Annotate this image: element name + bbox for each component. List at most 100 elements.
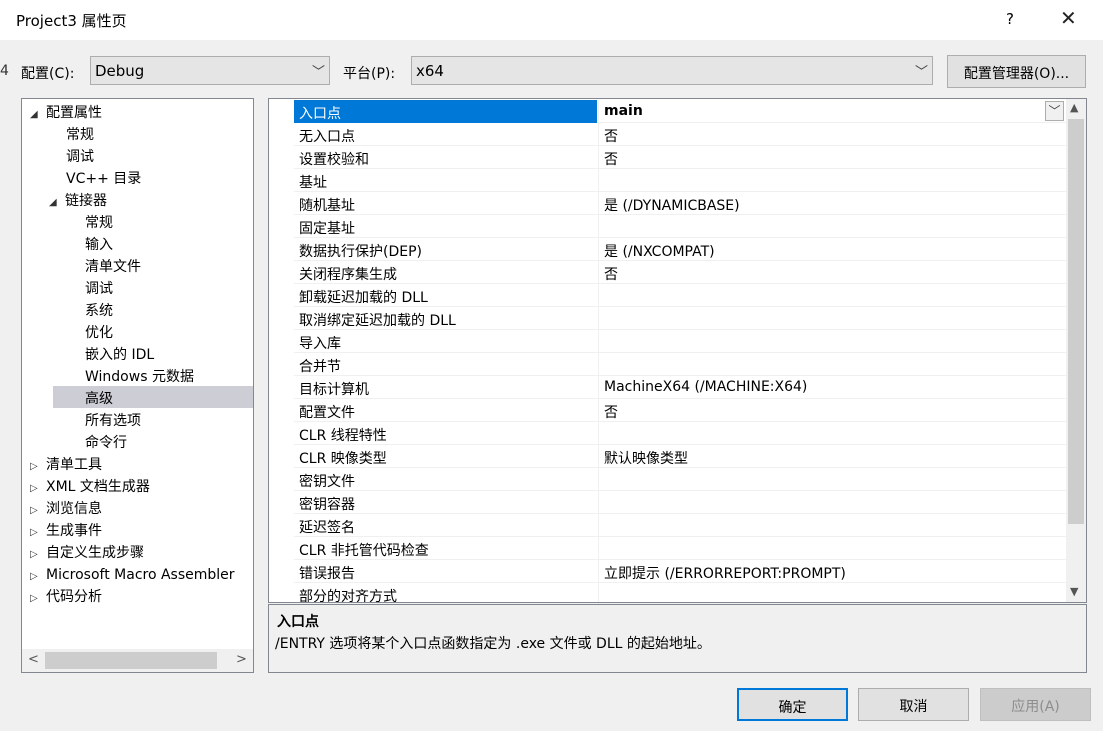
- property-value[interactable]: [598, 583, 1066, 602]
- property-row[interactable]: 导入库: [294, 330, 1066, 353]
- property-row[interactable]: 目标计算机 MachineX64 (/MACHINE:X64): [294, 376, 1066, 399]
- platform-dropdown[interactable]: x64 ﹀: [411, 56, 933, 85]
- close-icon[interactable]: ✕: [1060, 6, 1077, 30]
- property-row[interactable]: CLR 线程特性: [294, 422, 1066, 445]
- tree-item[interactable]: ▷ Microsoft Macro Assembler: [30, 564, 235, 586]
- tree-item[interactable]: 所有选项: [85, 410, 141, 432]
- property-value[interactable]: [598, 284, 1066, 307]
- property-value[interactable]: [598, 307, 1066, 330]
- property-row[interactable]: 取消绑定延迟加载的 DLL: [294, 307, 1066, 330]
- scroll-up-icon[interactable]: ▲: [1070, 101, 1078, 114]
- property-row[interactable]: 合并节: [294, 353, 1066, 376]
- expand-icon[interactable]: ▷: [30, 500, 46, 522]
- ok-button[interactable]: 确定: [737, 688, 848, 721]
- tree-item[interactable]: ◢ 配置属性: [30, 102, 102, 124]
- property-value[interactable]: [598, 330, 1066, 353]
- scroll-thumb[interactable]: [1068, 119, 1084, 524]
- property-row[interactable]: 延迟签名: [294, 514, 1066, 537]
- property-row[interactable]: 入口点 main: [294, 100, 1066, 123]
- scroll-thumb[interactable]: [45, 652, 217, 669]
- tree-item[interactable]: 清单文件: [85, 256, 141, 278]
- description-text: /ENTRY 选项将某个入口点函数指定为 .exe 文件或 DLL 的起始地址。: [275, 636, 711, 652]
- property-row[interactable]: 关闭程序集生成 否: [294, 261, 1066, 284]
- property-row[interactable]: CLR 映像类型 默认映像类型: [294, 445, 1066, 468]
- scroll-left-icon[interactable]: <: [28, 652, 39, 667]
- tree-item[interactable]: 常规: [85, 212, 113, 234]
- expand-collapse-icon[interactable]: ◢: [49, 192, 65, 214]
- property-value[interactable]: [598, 491, 1066, 514]
- property-row[interactable]: 数据执行保护(DEP) 是 (/NXCOMPAT): [294, 238, 1066, 261]
- tree-item-label: 清单文件: [85, 259, 141, 275]
- config-dropdown[interactable]: Debug ﹀: [90, 56, 330, 85]
- tree-item[interactable]: 常规: [66, 124, 94, 146]
- property-value[interactable]: [598, 537, 1066, 560]
- help-button[interactable]: ?: [1006, 10, 1014, 28]
- property-row[interactable]: 卸载延迟加载的 DLL: [294, 284, 1066, 307]
- tree-item[interactable]: 命令行: [85, 432, 127, 454]
- apply-button[interactable]: 应用(A): [980, 688, 1091, 721]
- expand-icon[interactable]: ▷: [30, 522, 46, 544]
- tree-item[interactable]: ▷ 代码分析: [30, 586, 102, 608]
- property-row[interactable]: 配置文件 否: [294, 399, 1066, 422]
- property-value[interactable]: MachineX64 (/MACHINE:X64): [598, 376, 1066, 399]
- expand-icon[interactable]: ▷: [30, 566, 46, 588]
- property-name: 配置文件: [299, 405, 355, 421]
- property-value[interactable]: [598, 353, 1066, 376]
- property-value[interactable]: 是 (/NXCOMPAT): [598, 238, 1066, 261]
- tree-item[interactable]: ▷ 生成事件: [30, 520, 102, 542]
- cancel-button[interactable]: 取消: [858, 688, 969, 721]
- scroll-down-icon[interactable]: ▼: [1070, 585, 1078, 598]
- tree-item[interactable]: VC++ 目录: [66, 168, 141, 190]
- property-row[interactable]: 设置校验和 否: [294, 146, 1066, 169]
- tree-item[interactable]: 系统: [85, 300, 113, 322]
- tree-item[interactable]: 优化: [85, 322, 113, 344]
- property-value[interactable]: 否: [598, 261, 1066, 284]
- tree-item[interactable]: Windows 元数据: [85, 366, 194, 388]
- tree-item[interactable]: 输入: [85, 234, 113, 256]
- config-manager-button[interactable]: 配置管理器(O)...: [947, 55, 1086, 88]
- expand-collapse-icon[interactable]: ◢: [30, 104, 46, 126]
- tree-item[interactable]: ▷ 浏览信息: [30, 498, 102, 520]
- tree-item[interactable]: ◢ 链接器: [49, 190, 107, 212]
- tree-horizontal-scrollbar[interactable]: < >: [22, 649, 253, 672]
- scroll-right-icon[interactable]: >: [236, 652, 247, 667]
- property-row[interactable]: 固定基址: [294, 215, 1066, 238]
- property-row[interactable]: 无入口点 否: [294, 123, 1066, 146]
- grid-vertical-scrollbar[interactable]: ▲ ▼: [1066, 99, 1086, 602]
- value-dropdown-button[interactable]: ﹀: [1045, 101, 1064, 121]
- expand-icon[interactable]: ▷: [30, 588, 46, 610]
- property-value[interactable]: [598, 169, 1066, 192]
- property-row[interactable]: 部分的对齐方式: [294, 583, 1066, 602]
- property-value[interactable]: 是 (/DYNAMICBASE): [598, 192, 1066, 215]
- property-row[interactable]: 随机基址 是 (/DYNAMICBASE): [294, 192, 1066, 215]
- tree-item[interactable]: ▷ XML 文档生成器: [30, 476, 150, 498]
- property-name: 密钥文件: [299, 474, 355, 490]
- property-value[interactable]: [598, 422, 1066, 445]
- property-grid[interactable]: 入口点 main 无入口点否设置校验和否基址 随机基址是 (/DYNAMICBASE)…: [268, 98, 1087, 603]
- property-row[interactable]: 错误报告 立即提示 (/ERRORREPORT:PROMPT): [294, 560, 1066, 583]
- property-row[interactable]: CLR 非托管代码检查: [294, 537, 1066, 560]
- expand-icon[interactable]: ▷: [30, 478, 46, 500]
- property-row[interactable]: 基址: [294, 169, 1066, 192]
- property-value[interactable]: [598, 514, 1066, 537]
- property-value[interactable]: main: [598, 100, 1066, 123]
- tree-item[interactable]: ▷ 自定义生成步骤: [30, 542, 144, 564]
- chevron-down-icon: ﹀: [914, 65, 928, 80]
- property-value[interactable]: 立即提示 (/ERRORREPORT:PROMPT): [598, 560, 1066, 583]
- property-value[interactable]: 否: [598, 399, 1066, 422]
- tree-item[interactable]: ▷ 清单工具: [30, 454, 102, 476]
- property-row[interactable]: 密钥容器: [294, 491, 1066, 514]
- expand-icon[interactable]: ▷: [30, 544, 46, 566]
- property-value[interactable]: 否: [598, 146, 1066, 169]
- tree-item[interactable]: 高级: [85, 388, 113, 410]
- tree-item[interactable]: 调试: [66, 146, 94, 168]
- expand-icon[interactable]: ▷: [30, 456, 46, 478]
- property-value[interactable]: [598, 468, 1066, 491]
- property-value[interactable]: [598, 215, 1066, 238]
- property-row[interactable]: 密钥文件: [294, 468, 1066, 491]
- tree-item[interactable]: 调试: [85, 278, 113, 300]
- property-value[interactable]: 否: [598, 123, 1066, 146]
- category-tree[interactable]: ◢ 配置属性 常规 调试 VC++ 目录 ◢ 链接器 常规 输入 清单文件 调试 系统 优化 嵌入的 ID…: [21, 98, 254, 673]
- property-value[interactable]: 默认映像类型: [598, 445, 1066, 468]
- tree-item[interactable]: 嵌入的 IDL: [85, 344, 154, 366]
